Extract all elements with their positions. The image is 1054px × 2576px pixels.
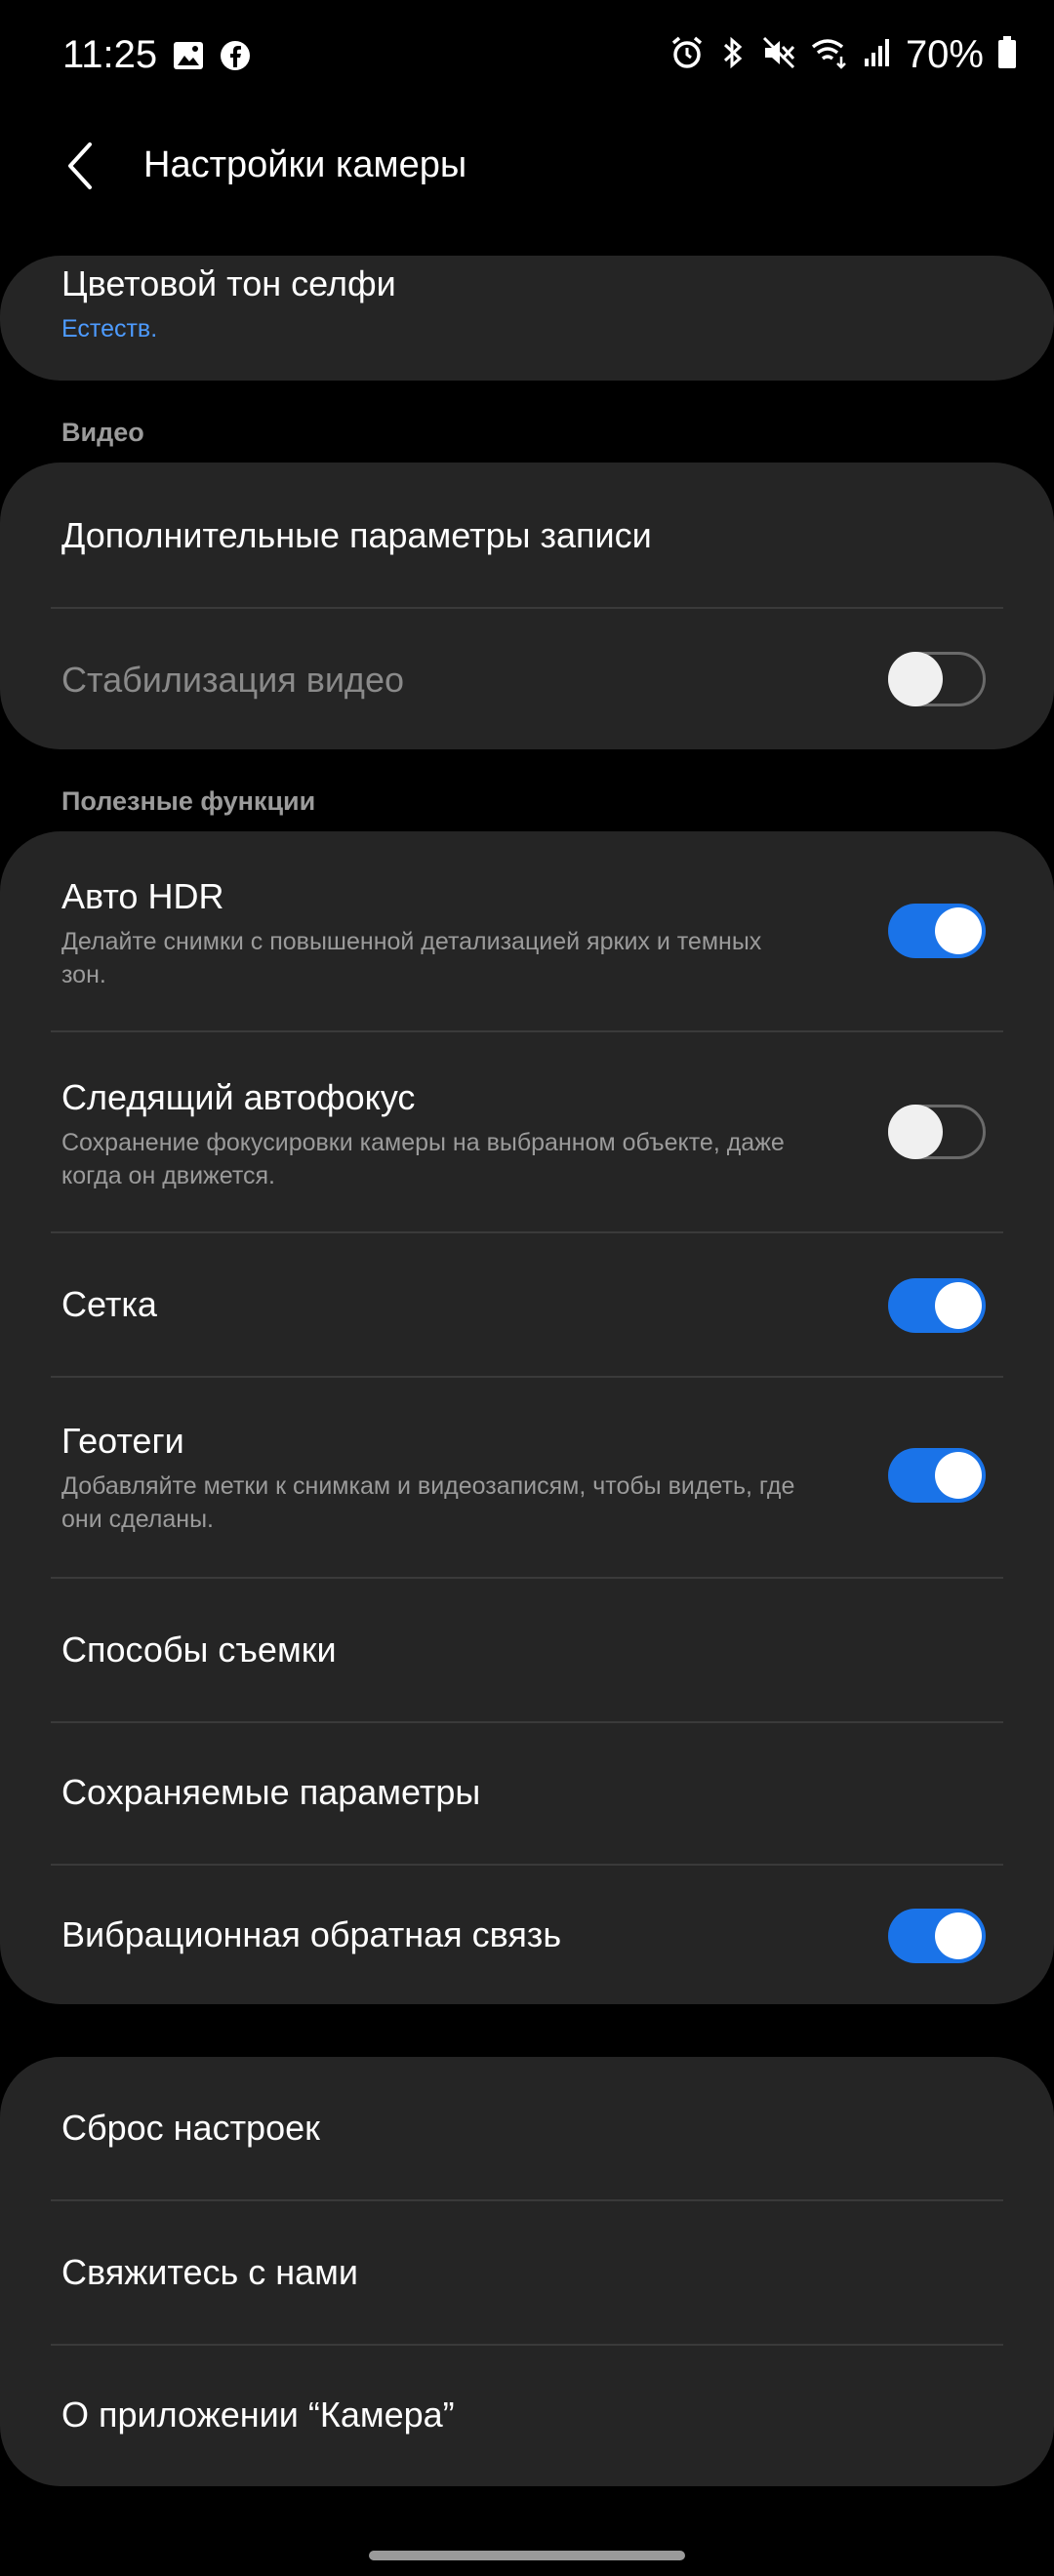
about-camera-item[interactable]: О приложении “Камера” (0, 2346, 1054, 2486)
bluetooth-icon (718, 35, 748, 75)
saved-settings-item[interactable]: Сохраняемые параметры (0, 1723, 1054, 1864)
video-stabilization-title: Стабилизация видео (61, 660, 404, 700)
advanced-recording-title: Дополнительные параметры записи (61, 515, 652, 555)
geotags-title: Геотеги (61, 1421, 184, 1461)
advanced-recording-item[interactable]: Дополнительные параметры записи (0, 463, 1054, 607)
geotags-toggle[interactable] (888, 1448, 986, 1503)
wifi-icon (810, 35, 849, 75)
video-card: Дополнительные параметры записи Стабилиз… (0, 463, 1054, 749)
auto-hdr-toggle[interactable] (888, 904, 986, 958)
contact-us-item[interactable]: Свяжитесь с нами (0, 2201, 1054, 2344)
alarm-icon (669, 35, 705, 75)
battery-icon (997, 35, 1017, 75)
signal-icon (863, 35, 892, 75)
section-video-label: Видео (61, 418, 144, 447)
back-arrow-icon (68, 142, 92, 189)
shooting-methods-item[interactable]: Способы съемки (0, 1579, 1054, 1721)
grid-item[interactable]: Сетка (0, 1233, 1054, 1376)
battery-percent: 70% (905, 33, 984, 76)
selfie-tone-title: Цветовой тон селфи (61, 263, 396, 303)
tracking-af-desc: Сохранение фокусировки камеры на выбранн… (61, 1129, 785, 1189)
video-stabilization-toggle[interactable] (888, 652, 986, 706)
selfie-tone-card: Цветовой тон селфи Естеств. (0, 256, 1054, 381)
about-camera-title: О приложении “Камера” (61, 2395, 455, 2435)
auto-hdr-desc: Делайте снимки с повышенной детализацией… (61, 928, 762, 988)
section-useful-label: Полезные функции (61, 786, 316, 816)
contact-us-title: Свяжитесь с нами (61, 2252, 359, 2292)
selfie-tone-value: Естеств. (61, 315, 158, 342)
gallery-icon (172, 39, 205, 77)
vibration-feedback-item[interactable]: Вибрационная обратная связь (0, 1866, 1054, 2004)
app-header: Настройки камеры (0, 127, 1054, 205)
facebook-icon (219, 39, 252, 77)
tracking-af-toggle[interactable] (888, 1105, 986, 1159)
geotags-item[interactable]: Геотеги Добавляйте метки к снимкам и вид… (0, 1378, 1054, 1577)
shooting-methods-title: Способы съемки (61, 1630, 337, 1670)
video-stabilization-item: Стабилизация видео (0, 609, 1054, 749)
grid-toggle[interactable] (888, 1278, 986, 1333)
status-time: 11:25 (62, 33, 158, 76)
home-indicator[interactable] (369, 2551, 685, 2560)
tracking-af-title: Следящий автофокус (61, 1077, 416, 1117)
vibration-feedback-title: Вибрационная обратная связь (61, 1914, 562, 1954)
auto-hdr-item[interactable]: Авто HDR Делайте снимки с повышенной дет… (0, 831, 1054, 1030)
geotags-desc: Добавляйте метки к снимкам и видеозапися… (61, 1472, 795, 1533)
reset-settings-title: Сброс настроек (61, 2108, 320, 2148)
status-bar: 11:25 70% (0, 0, 1054, 117)
reset-settings-item[interactable]: Сброс настроек (0, 2057, 1054, 2199)
about-card: Сброс настроек Свяжитесь с нами О прилож… (0, 2057, 1054, 2486)
page-title: Настройки камеры (143, 144, 467, 185)
useful-card: Авто HDR Делайте снимки с повышенной дет… (0, 831, 1054, 2004)
grid-title: Сетка (61, 1284, 157, 1324)
tracking-af-item[interactable]: Следящий автофокус Сохранение фокусировк… (0, 1032, 1054, 1231)
saved-settings-title: Сохраняемые параметры (61, 1772, 481, 1812)
mute-icon (761, 35, 796, 75)
selfie-tone-item[interactable]: Цветовой тон селфи Естеств. (0, 256, 1054, 381)
vibration-feedback-toggle[interactable] (888, 1909, 986, 1963)
back-button[interactable] (59, 135, 101, 197)
auto-hdr-title: Авто HDR (61, 876, 224, 916)
